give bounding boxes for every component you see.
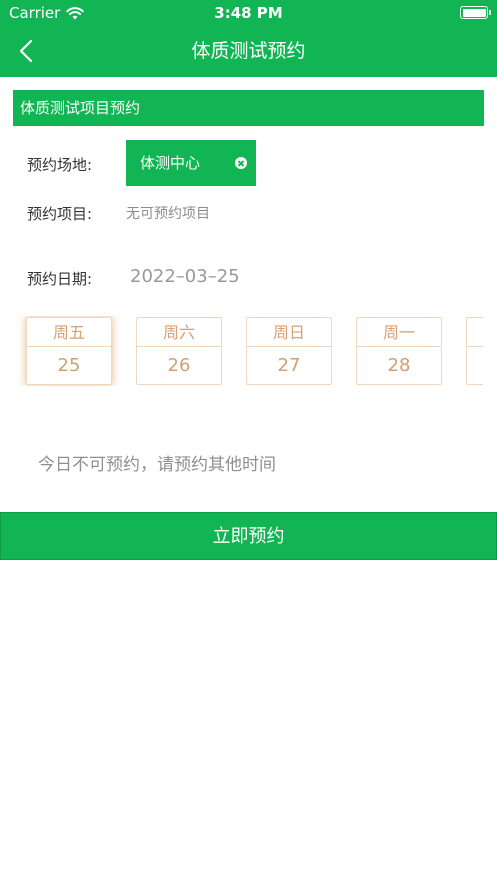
date-value: 2022–03–25 <box>130 266 240 287</box>
venue-chip[interactable]: 体测中心 <box>126 140 256 186</box>
day-picker: 周五 25 周六 26 周日 27 周一 28 <box>0 316 483 386</box>
day-number: 26 <box>167 355 191 376</box>
venue-value: 体测中心 <box>140 154 201 172</box>
status-bar: Carrier 3:48 PM <box>0 0 497 26</box>
nav-bar: 体质测试预约 <box>0 26 497 77</box>
day-card-2[interactable]: 周日 27 <box>246 317 332 385</box>
day-number: 25 <box>57 355 81 376</box>
day-weekday: 周一 <box>357 318 441 347</box>
day-weekday: 周五 <box>27 318 111 347</box>
day-weekday: 周日 <box>247 318 331 347</box>
day-number: 27 <box>277 355 301 376</box>
unavailable-notice: 今日不可预约，请预约其他时间 <box>38 455 276 475</box>
clear-icon[interactable] <box>235 157 247 169</box>
day-card-0[interactable]: 周五 25 <box>26 317 112 385</box>
day-card-1[interactable]: 周六 26 <box>136 317 222 385</box>
book-now-button[interactable]: 立即预约 <box>0 512 497 560</box>
item-value: 无可预约项目 <box>126 206 210 222</box>
status-time: 3:48 PM <box>214 4 283 22</box>
section-title: 体质测试项目预约 <box>13 90 484 126</box>
battery-icon <box>460 6 491 19</box>
venue-label: 预约场地: <box>27 156 93 174</box>
item-label: 预约项目: <box>27 205 93 223</box>
app-header: Carrier 3:48 PM 体质测试预约 <box>0 0 497 77</box>
day-card-4[interactable] <box>466 317 483 385</box>
day-weekday: 周六 <box>137 318 221 347</box>
day-card-3[interactable]: 周一 28 <box>356 317 442 385</box>
day-number: 28 <box>387 355 411 376</box>
date-label: 预约日期: <box>27 270 93 288</box>
day-weekday <box>467 318 483 347</box>
day-number <box>467 347 483 385</box>
page-title: 体质测试预约 <box>191 40 306 62</box>
